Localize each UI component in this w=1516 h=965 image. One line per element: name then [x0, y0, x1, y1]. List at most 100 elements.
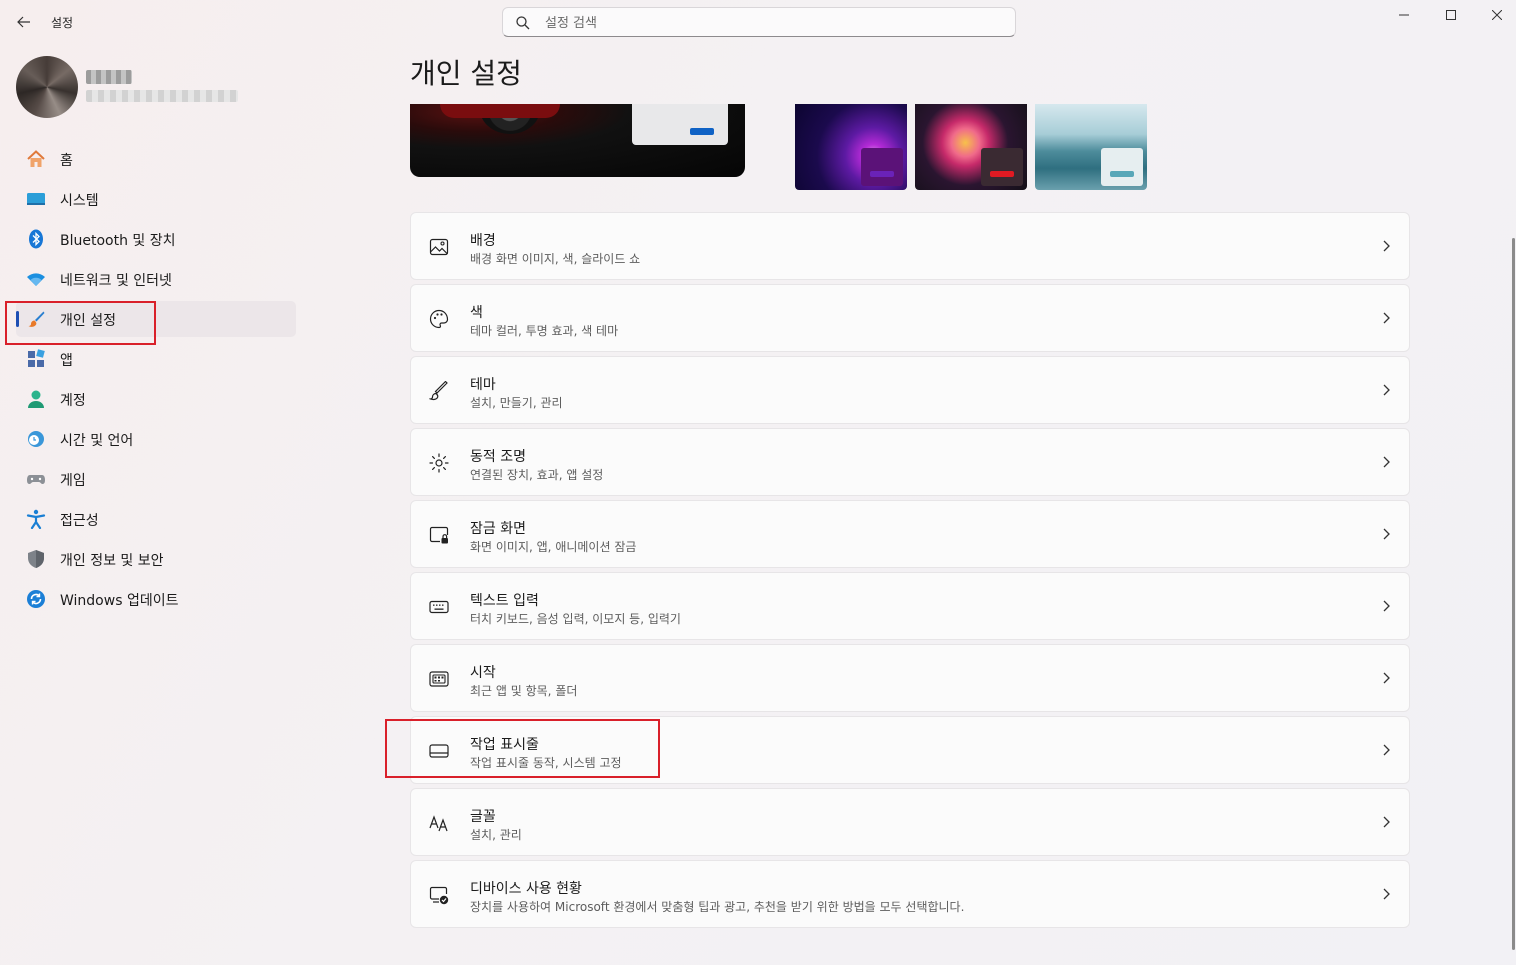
search-box[interactable]	[502, 7, 1016, 37]
sidebar-item-gaming[interactable]: 게임	[16, 461, 296, 497]
close-button[interactable]	[1474, 0, 1516, 30]
theme-thumbnail-purple[interactable]	[795, 104, 907, 190]
setting-description: 화면 이미지, 앱, 애니메이션 잠금	[470, 540, 637, 554]
scrollbar[interactable]	[1512, 238, 1515, 950]
time-language-icon	[28, 431, 44, 447]
sidebar-item-label: 접근성	[60, 513, 99, 529]
car-graphic	[440, 104, 560, 118]
dynamic-lighting-icon	[429, 453, 449, 473]
setting-title: 잠금 화면	[470, 521, 526, 537]
maximize-button[interactable]	[1428, 0, 1474, 30]
chevron-right-icon	[1383, 744, 1390, 756]
sidebar-item-label: 앱	[60, 353, 73, 369]
device-usage-icon	[429, 886, 449, 905]
setting-colors[interactable]: 색 테마 컬러, 투명 효과, 색 테마	[410, 284, 1410, 352]
chevron-right-icon	[1383, 600, 1390, 612]
sidebar-item-personalization[interactable]: 개인 설정	[16, 301, 296, 337]
sidebar-item-label: 네트워크 및 인터넷	[60, 273, 172, 289]
theme-mini-window	[861, 148, 903, 186]
sidebar-nav: 홈 시스템 Bluetooth 및 장치 네트워크 및 인터넷 개인 설정 앱 …	[16, 141, 296, 621]
chevron-right-icon	[1383, 816, 1390, 828]
minimize-button[interactable]	[1381, 0, 1427, 30]
chevron-right-icon	[1383, 240, 1390, 252]
accent-bar	[690, 128, 714, 135]
sidebar-item-label: 홈	[60, 153, 73, 169]
setting-description: 장치를 사용하여 Microsoft 환경에서 맞춤형 팁과 광고, 추천을 받…	[470, 900, 965, 914]
chevron-right-icon	[1383, 384, 1390, 396]
theme-thumbnail-lake[interactable]	[1035, 104, 1147, 190]
account-icon	[28, 390, 44, 408]
setting-title: 테마	[470, 377, 496, 393]
sidebar-item-time-language[interactable]: 시간 및 언어	[16, 421, 296, 457]
sidebar-item-accessibility[interactable]: 접근성	[16, 501, 296, 537]
bluetooth-icon	[29, 229, 43, 249]
setting-description: 배경 화면 이미지, 색, 슬라이드 쇼	[470, 252, 641, 266]
start-icon	[429, 671, 449, 687]
setting-lock-screen[interactable]: 잠금 화면 화면 이미지, 앱, 애니메이션 잠금	[410, 500, 1410, 568]
setting-title: 글꼴	[470, 809, 496, 825]
setting-start[interactable]: 시작 최근 앱 및 항목, 폴더	[410, 644, 1410, 712]
sidebar-item-bluetooth[interactable]: Bluetooth 및 장치	[16, 221, 296, 257]
setting-title: 작업 표시줄	[470, 737, 539, 753]
setting-device-usage[interactable]: 디바이스 사용 현황 장치를 사용하여 Microsoft 환경에서 맞춤형 팁…	[410, 860, 1410, 928]
shield-icon	[28, 550, 44, 568]
setting-fonts[interactable]: 글꼴 설치, 관리	[410, 788, 1410, 856]
brush-icon	[28, 311, 45, 327]
avatar[interactable]	[16, 56, 78, 118]
update-icon	[27, 590, 45, 608]
sidebar-item-label: 시스템	[60, 193, 99, 209]
chevron-right-icon	[1383, 528, 1390, 540]
arrow-left-icon	[17, 16, 30, 28]
lock-screen-icon	[429, 526, 449, 544]
app-title: 설정	[51, 16, 74, 30]
current-theme-preview	[410, 104, 745, 177]
sidebar-item-privacy-security[interactable]: 개인 정보 및 보안	[16, 541, 296, 577]
setting-dynamic-lighting[interactable]: 동적 조명 연결된 장치, 효과, 앱 설정	[410, 428, 1410, 496]
minimize-icon	[1399, 14, 1409, 16]
profile-email-redacted	[86, 90, 238, 102]
settings-list: 배경 배경 화면 이미지, 색, 슬라이드 쇼 색 테마 컬러, 투명 효과, …	[410, 212, 1410, 932]
wifi-icon	[27, 273, 45, 286]
theme-window-preview	[632, 104, 728, 145]
accent-bar	[990, 171, 1014, 177]
system-icon	[27, 193, 45, 205]
maximize-icon	[1446, 10, 1456, 20]
chevron-right-icon	[1383, 888, 1390, 900]
setting-background[interactable]: 배경 배경 화면 이미지, 색, 슬라이드 쇼	[410, 212, 1410, 280]
sidebar-item-label: 개인 설정	[60, 313, 116, 329]
accessibility-icon	[26, 509, 46, 529]
page-title: 개인 설정	[410, 57, 522, 90]
apps-icon	[28, 349, 45, 367]
sidebar-item-label: 시간 및 언어	[60, 433, 134, 449]
sidebar-item-label: Bluetooth 및 장치	[60, 233, 176, 249]
theme-mini-window	[1101, 148, 1143, 186]
setting-title: 시작	[470, 665, 496, 681]
sidebar-item-label: 개인 정보 및 보안	[60, 553, 164, 569]
title-bar: 설정	[0, 0, 1516, 44]
accent-bar	[1110, 171, 1134, 177]
chevron-right-icon	[1383, 312, 1390, 324]
sidebar-item-apps[interactable]: 앱	[16, 341, 296, 377]
search-input[interactable]	[543, 12, 987, 34]
setting-themes[interactable]: 테마 설치, 만들기, 관리	[410, 356, 1410, 424]
setting-title: 텍스트 입력	[470, 593, 539, 609]
setting-text-input[interactable]: 텍스트 입력 터치 키보드, 음성 입력, 이모지 등, 입력기	[410, 572, 1410, 640]
sidebar-item-system[interactable]: 시스템	[16, 181, 296, 217]
sidebar-item-label: Windows 업데이트	[60, 593, 179, 609]
image-icon	[429, 238, 449, 256]
accent-bar	[870, 171, 894, 177]
setting-description: 연결된 장치, 효과, 앱 설정	[470, 468, 604, 482]
theme-thumbnail-flower[interactable]	[915, 104, 1027, 190]
setting-title: 배경	[470, 233, 496, 249]
home-icon	[27, 150, 45, 167]
close-icon	[1492, 10, 1502, 20]
sidebar-item-accounts[interactable]: 계정	[16, 381, 296, 417]
sidebar-item-home[interactable]: 홈	[16, 141, 296, 177]
sidebar-item-network[interactable]: 네트워크 및 인터넷	[16, 261, 296, 297]
sidebar-item-windows-update[interactable]: Windows 업데이트	[16, 581, 296, 617]
setting-description: 작업 표시줄 동작, 시스템 고정	[470, 756, 622, 770]
back-button[interactable]	[12, 10, 36, 34]
setting-taskbar[interactable]: 작업 표시줄 작업 표시줄 동작, 시스템 고정	[410, 716, 1410, 784]
keyboard-icon	[429, 600, 449, 614]
setting-title: 디바이스 사용 현황	[470, 881, 582, 897]
